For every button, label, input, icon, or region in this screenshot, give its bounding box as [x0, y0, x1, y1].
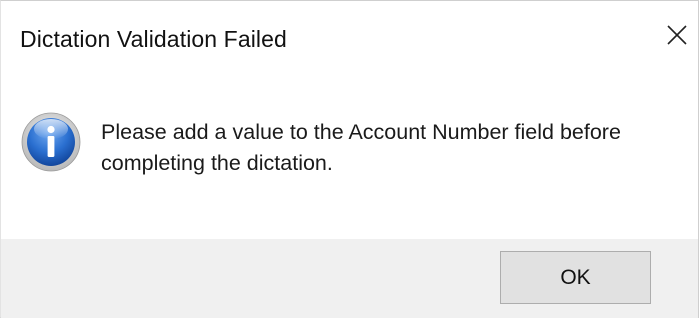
dialog-title: Dictation Validation Failed — [20, 26, 287, 52]
dialog-content: Please add a value to the Account Number… — [1, 79, 698, 239]
dialog-footer: OK — [1, 239, 698, 318]
message-dialog: Dictation Validation Failed Please add a… — [0, 0, 699, 318]
dialog-titlebar[interactable]: Dictation Validation Failed — [1, 1, 698, 79]
close-icon — [667, 25, 687, 45]
dialog-message: Please add a value to the Account Number… — [101, 120, 621, 175]
close-button[interactable] — [659, 17, 695, 53]
information-icon — [21, 112, 81, 172]
ok-button[interactable]: OK — [500, 251, 651, 304]
